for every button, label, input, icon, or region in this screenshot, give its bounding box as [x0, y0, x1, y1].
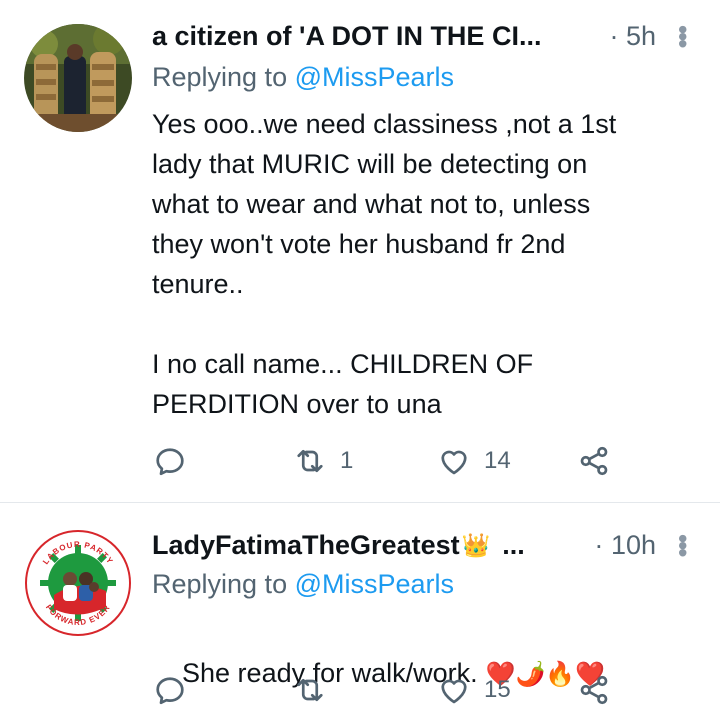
- tweet-actions: 1 14: [152, 441, 632, 481]
- tweet-header: LadyFatimaTheGreatest 👑 ... · 10h •••: [152, 525, 698, 565]
- labour-party-logo: LABOUR PARTY FORWARD EVER: [24, 529, 132, 637]
- avatar[interactable]: LABOUR PARTY FORWARD EVER: [24, 529, 132, 637]
- share-button[interactable]: [576, 672, 612, 708]
- display-name[interactable]: a citizen of 'A DOT IN THE CI...: [152, 21, 541, 52]
- tweet-text: Yes ooo..we need classiness ,not a 1st l…: [152, 109, 617, 419]
- tweet-1[interactable]: a citizen of 'A DOT IN THE CI... · 5h ••…: [0, 0, 720, 503]
- replying-to: Replying to @MissPearls: [152, 569, 455, 599]
- tweet-header: a citizen of 'A DOT IN THE CI... · 5h ••…: [152, 16, 698, 56]
- retweet-icon: [297, 678, 323, 702]
- avatar-photo: [24, 24, 132, 132]
- timestamp[interactable]: · 5h: [609, 21, 656, 52]
- tweet-2[interactable]: LABOUR PARTY FORWARD EVER LadyFatimaTheG…: [0, 503, 720, 727]
- reply-button[interactable]: [152, 672, 200, 708]
- avatar[interactable]: [24, 24, 132, 132]
- timestamp[interactable]: · 10h: [594, 530, 656, 561]
- like-count: 15: [484, 676, 511, 703]
- like-count: 14: [484, 447, 511, 474]
- reply-button[interactable]: [152, 443, 200, 479]
- display-name[interactable]: LadyFatimaTheGreatest: [152, 530, 460, 561]
- share-icon: [580, 446, 608, 476]
- share-button[interactable]: [576, 443, 612, 479]
- replying-to: Replying to @MissPearls: [152, 62, 455, 92]
- more-options-icon[interactable]: •••: [668, 25, 698, 46]
- share-icon: [580, 675, 608, 705]
- retweet-icon: [297, 449, 323, 473]
- heart-icon: [441, 679, 467, 704]
- like-button[interactable]: 15: [436, 672, 511, 708]
- reply-handle-link[interactable]: @MissPearls: [295, 62, 454, 92]
- like-button[interactable]: 14: [436, 443, 511, 479]
- name-truncation: ...: [502, 529, 525, 560]
- reply-handle-link[interactable]: @MissPearls: [295, 569, 454, 599]
- heart-icon: [441, 450, 467, 475]
- more-options-icon[interactable]: •••: [668, 534, 698, 555]
- tweet-actions: 15: [152, 670, 632, 710]
- crown-emoji: 👑: [461, 531, 491, 558]
- retweet-button[interactable]: [292, 672, 340, 708]
- reply-icon: [156, 677, 184, 705]
- reply-icon: [156, 448, 184, 476]
- retweet-count: 1: [340, 447, 354, 474]
- retweet-button[interactable]: 1: [292, 443, 353, 479]
